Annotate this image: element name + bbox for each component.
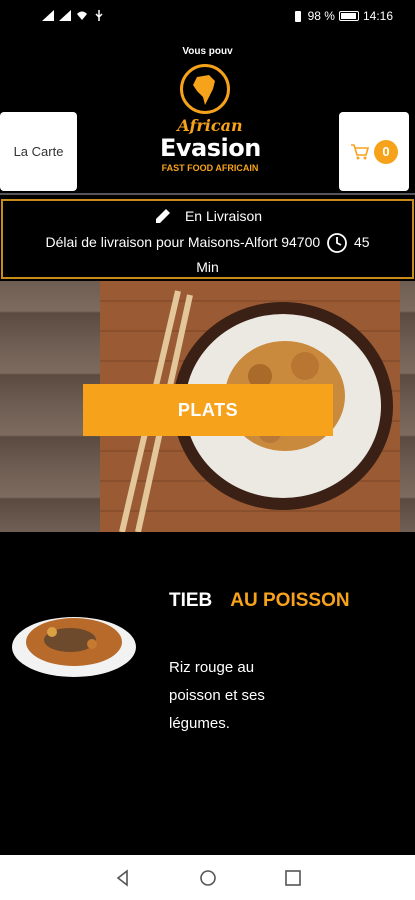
hero-banner: PLATS (0, 281, 415, 532)
home-icon[interactable] (199, 869, 217, 887)
clock-time: 14:16 (362, 9, 393, 23)
back-icon[interactable] (114, 868, 132, 887)
cart-count-badge: 0 (374, 139, 398, 164)
status-icons-left (42, 10, 105, 21)
battery-percent: 98 % (307, 9, 335, 23)
product-title-first: TIEB (169, 590, 213, 611)
africa-map-icon (180, 64, 230, 114)
brand-logo[interactable]: African Evasion FAST FOOD AFRICAIN (160, 64, 261, 184)
recents-icon[interactable] (284, 869, 302, 887)
usb-icon (95, 10, 103, 21)
delivery-info-panel[interactable]: En Livraison Délai de livraison pour Mai… (1, 199, 414, 279)
delivery-time-line: Délai de livraison pour Maisons-Alfort 9… (3, 230, 412, 280)
logo-name-text: Evasion (160, 134, 261, 162)
vibrate-icon (294, 10, 301, 22)
header-divider (0, 193, 415, 195)
cart-icon (351, 143, 370, 159)
product-title: TIEB AU POISSON (169, 590, 350, 612)
cart-button[interactable]: 0 (339, 112, 409, 191)
status-bar: 98 % 14:16 (0, 0, 415, 34)
delivery-duration: 45 (353, 234, 370, 250)
delivery-mode[interactable]: En Livraison (3, 206, 412, 226)
logo-script-text: African (177, 116, 243, 135)
product-title-second: AU POISSON (230, 590, 350, 611)
pencil-icon (155, 209, 170, 223)
product-card[interactable]: TIEB AU POISSON Riz rouge au poisson et s… (0, 532, 415, 855)
logo-subtitle: FAST FOOD AFRICAIN (161, 163, 259, 173)
delivery-location-text: Délai de livraison pour Maisons-Alfort 9… (45, 234, 321, 250)
battery-icon (338, 11, 359, 21)
system-nav-bar (0, 855, 415, 900)
wifi-icon (77, 11, 87, 20)
product-image[interactable] (12, 602, 137, 682)
app-header: Vous pouv African Evasion FAST FOOD AFRI… (0, 34, 415, 194)
clock-icon (327, 233, 347, 254)
delivery-mode-label: En Livraison (184, 208, 263, 224)
signal-icon (42, 10, 54, 21)
product-description: Riz rouge au poisson et ses légumes. (169, 659, 265, 732)
status-icons-right: 98 % 14:16 (292, 9, 393, 23)
delivery-duration-unit: Min (196, 259, 219, 275)
signal-2-icon (59, 10, 71, 21)
plats-button[interactable]: PLATS (83, 384, 333, 436)
tagline: Vous pouv (182, 46, 233, 57)
menu-button[interactable]: La Carte (0, 112, 77, 191)
